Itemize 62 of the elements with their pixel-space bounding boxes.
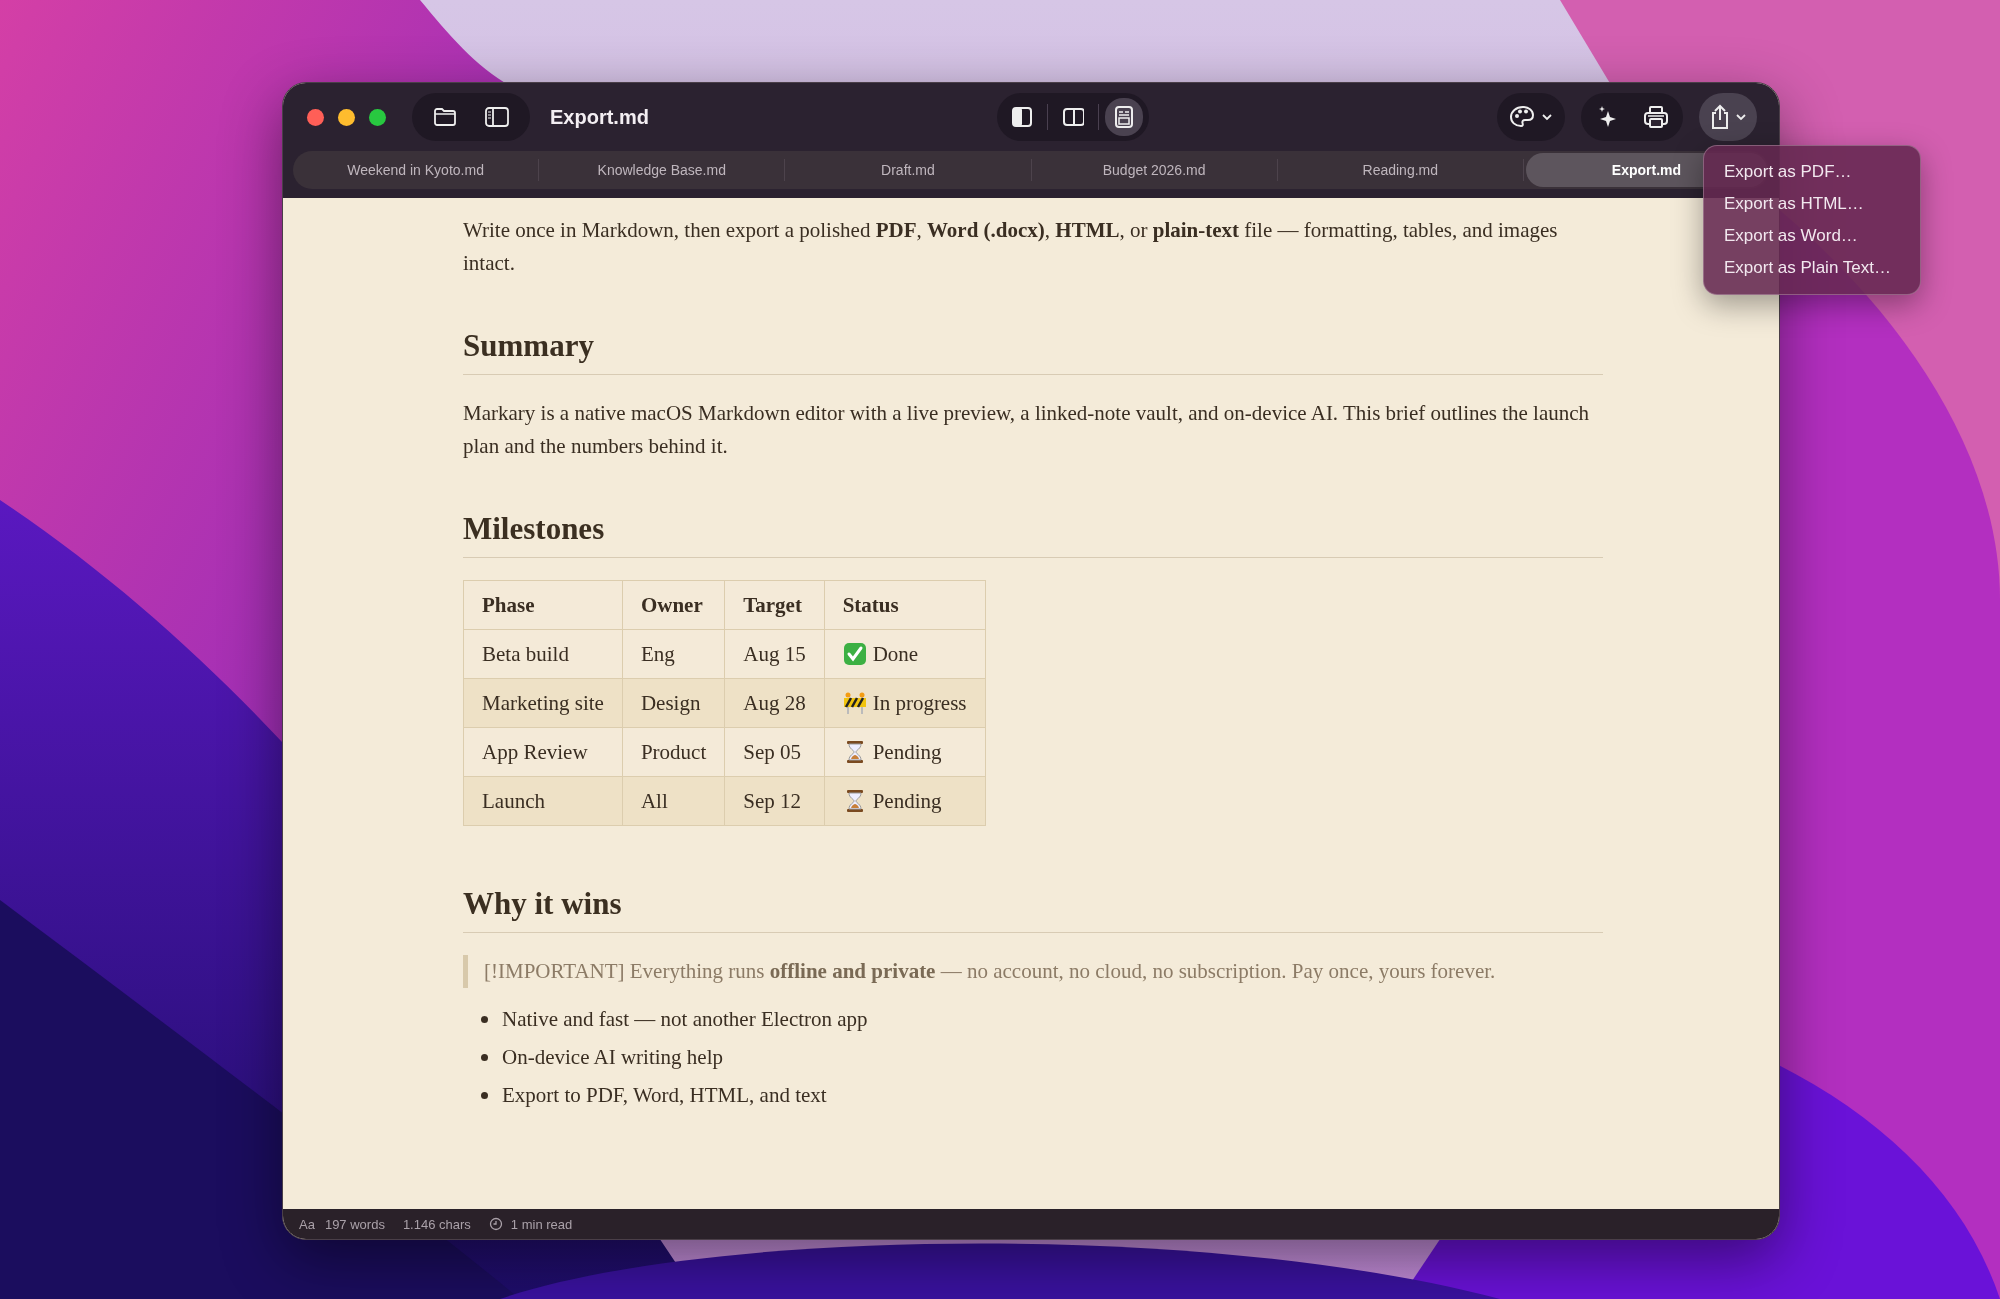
paragraph: Write once in Markdown, then export a polished PDF, Word (.docx), HTML, or plain-text file — formatting, tables, and images intact. bbox=[463, 217, 1559, 277]
window-title: Export.md bbox=[550, 105, 649, 129]
bullet-icon bbox=[481, 1015, 488, 1023]
table-cell: Sep 12 bbox=[724, 776, 825, 826]
read-time: 1 min read bbox=[510, 1216, 573, 1232]
table-cell: Launch bbox=[463, 776, 623, 826]
section-heading: Why it wins bbox=[463, 886, 622, 922]
tab[interactable]: Reading.md bbox=[1279, 153, 1521, 187]
window-control-button[interactable] bbox=[338, 108, 355, 126]
table-cell: Eng bbox=[622, 629, 725, 679]
table-cell: Aug 15 bbox=[724, 629, 825, 679]
bullet-icon bbox=[481, 1053, 488, 1061]
table-cell: Design bbox=[622, 678, 725, 728]
check-icon bbox=[842, 642, 867, 666]
tab[interactable]: Draft.md bbox=[787, 153, 1029, 187]
chevron-down-icon bbox=[1735, 113, 1747, 121]
status-text: Pending bbox=[872, 739, 942, 765]
column-header: Status bbox=[824, 580, 986, 630]
barrier-icon bbox=[842, 691, 867, 715]
char-count: 1.146 chars bbox=[402, 1216, 471, 1232]
table-cell: All bbox=[622, 776, 725, 826]
menu-item[interactable]: Export as Word… bbox=[1712, 220, 1912, 252]
status-text: In progress bbox=[872, 690, 967, 716]
font-button[interactable]: Aa bbox=[299, 1216, 315, 1232]
table-cell: Product bbox=[622, 727, 725, 777]
bullet-icon bbox=[481, 1091, 488, 1099]
list-item: Native and fast — not another Electron app bbox=[502, 1006, 868, 1032]
palette-icon bbox=[1509, 105, 1537, 129]
section-heading: Milestones bbox=[463, 511, 605, 547]
paragraph: Markary is a native macOS Markdown editor with a live preview, a linked-note vault, and on-device AI. This brief outlines the launch plan and the numbers behind it. bbox=[463, 400, 1591, 460]
list-item: On-device AI writing help bbox=[502, 1044, 724, 1070]
list-item: Export to PDF, Word, HTML, and text bbox=[502, 1082, 827, 1108]
column-header: Target bbox=[724, 580, 825, 630]
chevron-down-icon bbox=[1541, 113, 1553, 121]
sidebar-icon bbox=[484, 106, 510, 128]
section-heading: Summary bbox=[463, 328, 594, 364]
column-header: Phase bbox=[463, 580, 623, 630]
table-cell: Sep 05 bbox=[724, 727, 825, 777]
window-control-button[interactable] bbox=[369, 108, 386, 126]
table-cell: Beta build bbox=[463, 629, 623, 679]
callout-quote: [!IMPORTANT] Everything runs offline and private — no account, no cloud, no subscription. Pay once, yours forever. bbox=[463, 955, 1603, 988]
preview-view-icon bbox=[1112, 106, 1135, 128]
tab[interactable]: Weekend in Kyoto.md bbox=[295, 153, 537, 187]
status-text: Done bbox=[872, 641, 919, 667]
tab[interactable]: Budget 2026.md bbox=[1033, 153, 1275, 187]
status-text: Pending bbox=[872, 788, 942, 814]
table-cell: Aug 28 bbox=[724, 678, 825, 728]
tab[interactable]: Knowledge Base.md bbox=[541, 153, 783, 187]
share-icon bbox=[1709, 104, 1731, 130]
split-view-icon bbox=[1061, 106, 1084, 128]
table-cell: Marketing site bbox=[463, 678, 623, 728]
view-mode-button[interactable] bbox=[1104, 98, 1143, 136]
word-count: 197 words bbox=[324, 1216, 385, 1232]
folder-icon bbox=[433, 107, 457, 127]
menu-item[interactable]: Export as HTML… bbox=[1712, 188, 1912, 220]
table-cell: App Review bbox=[463, 727, 623, 777]
printer-icon bbox=[1643, 105, 1669, 129]
editor-view-icon bbox=[1010, 106, 1033, 128]
clock-icon bbox=[488, 1217, 503, 1231]
column-header: Owner bbox=[622, 580, 725, 630]
menu-item[interactable]: Export as Plain Text… bbox=[1712, 252, 1912, 284]
window-control-button[interactable] bbox=[307, 108, 324, 126]
